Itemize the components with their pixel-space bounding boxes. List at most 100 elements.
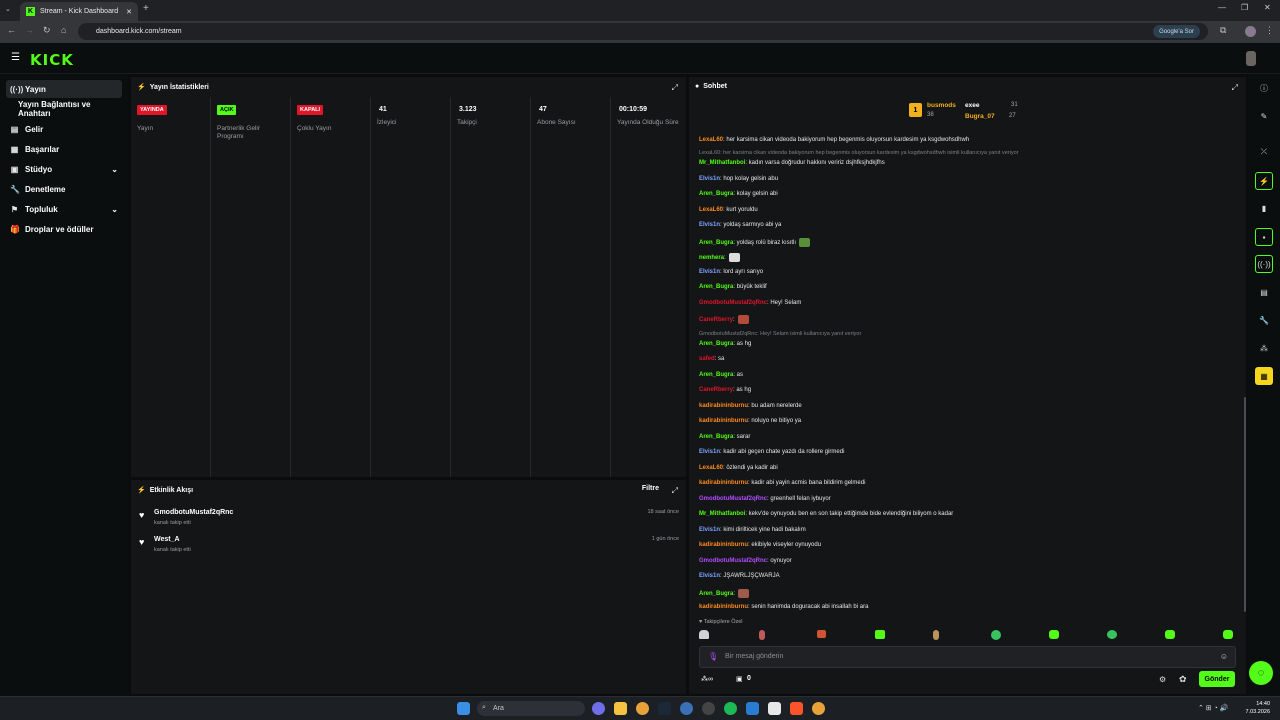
microphone-icon[interactable]: 🎙 bbox=[708, 652, 718, 661]
taskbar-search[interactable]: ⌕ Ara bbox=[477, 701, 585, 716]
chat-icon[interactable]: ▪ bbox=[1255, 228, 1273, 246]
profile-avatar[interactable] bbox=[1245, 26, 1256, 37]
leader-first-name[interactable]: busmods bbox=[927, 102, 956, 109]
chat-username[interactable]: GmodbotuMustaf2qRnc bbox=[699, 300, 767, 306]
chat-username[interactable]: safed bbox=[699, 356, 715, 362]
emote-icon[interactable] bbox=[1107, 630, 1117, 639]
emote-icon[interactable] bbox=[759, 630, 765, 640]
send-button[interactable]: Gönder bbox=[1199, 671, 1235, 687]
chat-username[interactable]: Elvis1n bbox=[699, 269, 720, 275]
event-user[interactable]: GmodbotuMustaf2qRnc bbox=[154, 509, 233, 516]
steam-icon[interactable] bbox=[658, 702, 671, 715]
leader-second-name[interactable]: exee bbox=[965, 102, 979, 109]
chat-username[interactable]: Elvis1n bbox=[699, 573, 720, 579]
event-user[interactable]: West_A bbox=[154, 536, 180, 543]
emote-icon[interactable] bbox=[875, 630, 885, 639]
chat-username[interactable]: nemhera bbox=[699, 255, 724, 261]
chat-username[interactable]: kadirabininburnu bbox=[699, 418, 748, 424]
hamburger-menu-icon[interactable]: ☰ bbox=[11, 52, 20, 63]
folder-icon[interactable] bbox=[614, 702, 627, 715]
tab-close-icon[interactable]: ✕ bbox=[126, 8, 132, 16]
sidebar-item-droplar[interactable]: 🎁 Droplar ve ödüller bbox=[6, 220, 122, 238]
chat-username[interactable]: Mr_Mithatfanboi bbox=[699, 160, 745, 166]
chat-username[interactable]: kadirabininburnu bbox=[699, 403, 748, 409]
app-icon[interactable] bbox=[680, 702, 693, 715]
emote-icon[interactable] bbox=[699, 630, 709, 639]
info-icon[interactable]: ⓘ bbox=[1255, 79, 1273, 97]
expand-icon[interactable]: ⤢ bbox=[672, 486, 678, 496]
chat-username[interactable]: Aren_Bugra bbox=[699, 434, 733, 440]
tab-search-icon[interactable]: ⌄ bbox=[5, 5, 11, 13]
kick-logo[interactable]: KICK bbox=[30, 51, 74, 69]
app-icon[interactable] bbox=[592, 702, 605, 715]
expand-icon[interactable]: ⤢ bbox=[672, 83, 678, 93]
settings-icon[interactable]: ⚙ bbox=[1159, 675, 1166, 684]
wrench-icon[interactable]: 🔧 bbox=[1255, 311, 1273, 329]
sidebar-item-stream-key[interactable]: Yayın Bağlantısı ve Anahtarı bbox=[6, 100, 122, 118]
emote-icon[interactable] bbox=[817, 630, 826, 638]
system-tray-icons[interactable]: ⌃ ⊞ ◔ 🔊 bbox=[1198, 704, 1229, 712]
vscode-icon[interactable] bbox=[746, 702, 759, 715]
chat-username[interactable]: Aren_Bugra bbox=[699, 372, 733, 378]
leader-third-name[interactable]: Bugra_07 bbox=[965, 113, 995, 120]
clapper-icon[interactable]: ▦ bbox=[1255, 367, 1273, 385]
emote-icon[interactable] bbox=[933, 630, 939, 640]
chat-username[interactable]: Mr_Mithatfanboi bbox=[699, 511, 745, 517]
chat-username[interactable]: Aren_Bugra bbox=[699, 341, 733, 347]
chat-username[interactable]: GmodbotuMustaf2qRnc bbox=[699, 558, 767, 564]
user-avatar[interactable] bbox=[1246, 51, 1256, 66]
sidebar-item-basarilar[interactable]: ▦ Başarılar bbox=[6, 140, 122, 158]
chat-username[interactable]: CaneRberry bbox=[699, 317, 733, 323]
chat-username[interactable]: Aren_Bugra bbox=[699, 591, 733, 597]
reload-icon[interactable]: ↻ bbox=[43, 25, 51, 36]
sidebar-item-yayin[interactable]: ((·)) Yayın bbox=[6, 80, 122, 98]
chat-username[interactable]: Elvis1n bbox=[699, 527, 720, 533]
clock[interactable]: 14:40 7.03.2026 bbox=[1246, 700, 1270, 716]
help-chat-icon[interactable]: ◌ bbox=[1249, 661, 1273, 685]
chat-username[interactable]: kadirabininburnu bbox=[699, 604, 748, 610]
close-window-icon[interactable]: ✕ bbox=[1264, 3, 1271, 12]
chat-username[interactable]: Aren_Bugra bbox=[699, 240, 733, 246]
emote-icon[interactable] bbox=[991, 630, 1001, 640]
bolt-icon[interactable]: ⚡ bbox=[1255, 172, 1273, 190]
chrome-icon[interactable] bbox=[636, 702, 649, 715]
share-icon[interactable]: ⤫ bbox=[1255, 143, 1273, 161]
windows-start-icon[interactable] bbox=[457, 702, 470, 715]
sidebar-item-gelir[interactable]: ▤ Gelir bbox=[6, 120, 122, 138]
chat-username[interactable]: LexaL60 bbox=[699, 137, 723, 143]
browser-menu-icon[interactable]: ⋮ bbox=[1265, 25, 1274, 36]
group-icon[interactable]: ⁂ bbox=[1255, 339, 1273, 357]
layout-icon[interactable]: ▤ bbox=[1255, 283, 1273, 301]
sidebar-item-denetleme[interactable]: 🔧 Denetleme bbox=[6, 180, 122, 198]
emote-icon[interactable] bbox=[1049, 630, 1059, 639]
home-icon[interactable]: ⌂ bbox=[61, 25, 66, 35]
document-icon[interactable]: ▮ bbox=[1255, 199, 1273, 217]
chat-username[interactable]: Aren_Bugra bbox=[699, 284, 733, 290]
browser-tab[interactable]: K Stream - Kick Dashboard ✕ bbox=[20, 2, 138, 21]
extensions-icon[interactable]: ⧉ bbox=[1220, 25, 1226, 36]
gift-icon[interactable]: ▣ bbox=[736, 675, 743, 683]
chat-username[interactable]: GmodbotuMustaf2qRnc bbox=[699, 496, 767, 502]
chat-input[interactable]: 🎙 Bir mesaj gönderin ☺ bbox=[699, 646, 1236, 668]
chrome-icon[interactable] bbox=[812, 702, 825, 715]
chat-username[interactable]: Elvis1n bbox=[699, 222, 720, 228]
edit-icon[interactable]: ✎ bbox=[1255, 107, 1273, 125]
minimize-icon[interactable]: — bbox=[1218, 3, 1226, 12]
chat-username[interactable]: LexaL60 bbox=[699, 465, 723, 471]
emote-icon[interactable] bbox=[1223, 630, 1233, 639]
filter-button[interactable]: Filtre bbox=[642, 485, 659, 492]
chat-username[interactable]: kadirabininburnu bbox=[699, 480, 748, 486]
expand-icon[interactable]: ⤢ bbox=[1232, 83, 1238, 93]
chat-username[interactable]: kadirabininburnu bbox=[699, 542, 748, 548]
app-icon[interactable] bbox=[768, 702, 781, 715]
url-input[interactable]: dashboard.kick.com/stream Google'a Sor bbox=[78, 23, 1208, 40]
broadcast-icon[interactable]: ((·)) bbox=[1255, 255, 1273, 273]
chat-username[interactable]: LexaL60 bbox=[699, 207, 723, 213]
google-sor-button[interactable]: Google'a Sor bbox=[1153, 25, 1200, 38]
chat-username[interactable]: Elvis1n bbox=[699, 449, 720, 455]
emoji-icon[interactable]: ☺ bbox=[1220, 652, 1228, 661]
forward-icon[interactable]: → bbox=[25, 25, 34, 35]
channel-points-icon[interactable]: ⁂∞ bbox=[701, 675, 713, 683]
sidebar-item-topluluk[interactable]: ⚑ Topluluk ⌄ bbox=[6, 200, 122, 218]
chat-username[interactable]: CaneRberry bbox=[699, 387, 733, 393]
